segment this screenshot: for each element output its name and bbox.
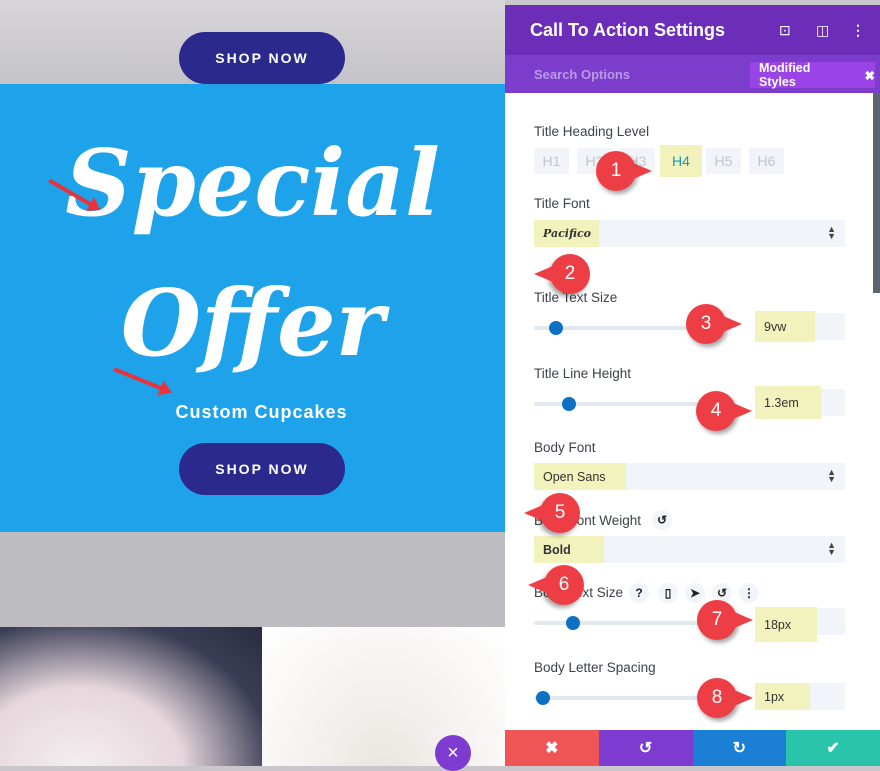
search-options[interactable]: Search Options	[534, 67, 630, 82]
callout-marker: 3	[686, 304, 744, 344]
select-caret-icon: ▲ ▼	[827, 467, 836, 484]
body-font-label: Body Font	[534, 440, 596, 455]
shop-now-button-top[interactable]: SHOP NOW	[179, 32, 345, 84]
scrollbar[interactable]	[873, 93, 880, 293]
cta-title-line1: Special	[65, 129, 440, 237]
body-font-weight-value: Bold	[534, 536, 604, 563]
title-font-select[interactable]: Pacifico ▲ ▼	[534, 220, 845, 247]
slider-handle[interactable]	[536, 691, 550, 705]
callout-marker: 4	[696, 391, 754, 431]
callout-marker: 5	[522, 493, 580, 533]
panel-footer: ✖ ↺ ↻ ✔	[505, 730, 880, 766]
title-text-size-slider[interactable]	[534, 321, 704, 335]
title-line-height-label: Title Line Height	[534, 366, 632, 381]
body-font-select[interactable]: Open Sans ▲ ▼	[534, 463, 845, 490]
title-heading-level-label: Title Heading Level	[534, 124, 650, 139]
slider-handle[interactable]	[562, 397, 576, 411]
body-letter-spacing-input[interactable]: 1px	[755, 683, 845, 710]
panel-body: Title Heading Level H1 H2 H3 H4 H5 H6 Ti…	[505, 93, 880, 730]
callout-marker: 8	[697, 678, 755, 718]
body-font-weight-select[interactable]: Bold ▲ ▼	[534, 536, 845, 563]
responsive-phone-icon[interactable]: ▯	[658, 583, 678, 603]
heading-h6[interactable]: H6	[749, 148, 784, 174]
title-line-height-slider[interactable]	[534, 397, 704, 411]
body-text-size-slider[interactable]	[534, 616, 704, 630]
redo-button[interactable]: ↻	[692, 730, 787, 766]
title-line-height-input[interactable]: 1.3em	[755, 386, 845, 419]
heading-h4[interactable]: H4	[660, 145, 702, 177]
title-font-label: Title Font	[534, 196, 590, 211]
heading-h1[interactable]: H1	[534, 148, 569, 174]
title-line-height-value: 1.3em	[755, 386, 821, 419]
cancel-button[interactable]: ✖	[505, 730, 599, 766]
modified-styles-filter[interactable]: Modified Styles ✖	[750, 61, 875, 89]
title-text-size-input[interactable]: 9vw	[755, 311, 845, 342]
body-font-value: Open Sans	[534, 463, 626, 490]
slider-handle[interactable]	[549, 321, 563, 335]
close-icon[interactable]: ✖	[865, 68, 875, 83]
title-font-value: Pacifico	[534, 220, 599, 247]
title-text-size-value: 9vw	[755, 311, 815, 342]
cta-title-line2: Offer	[120, 269, 385, 377]
cta-subtitle: Custom Cupcakes	[175, 402, 348, 422]
select-caret-icon: ▲ ▼	[827, 540, 836, 557]
cupcake-image	[0, 627, 262, 766]
body-text-size-input[interactable]: 18px	[755, 607, 845, 642]
save-button[interactable]: ✔	[786, 730, 880, 766]
select-caret-icon: ▲ ▼	[827, 224, 836, 241]
callout-marker: 2	[532, 254, 590, 294]
reset-icon[interactable]: ↺	[652, 510, 672, 530]
body-letter-spacing-label: Body Letter Spacing	[534, 660, 656, 675]
undo-button[interactable]: ↺	[598, 730, 693, 766]
callout-marker: 7	[697, 600, 755, 640]
callout-marker: 1	[596, 151, 654, 191]
more-icon[interactable]: ⋮	[851, 22, 865, 39]
callout-marker: 6	[526, 565, 584, 605]
body-letter-spacing-slider[interactable]	[534, 691, 704, 705]
cta-section: Special Offer Custom Cupcakes SHOP NOW	[0, 84, 505, 532]
panel-title: Call To Action Settings	[530, 19, 726, 40]
focus-icon[interactable]: ⊡	[779, 22, 791, 39]
layout-icon[interactable]: ◫	[816, 22, 829, 39]
help-icon[interactable]: ?	[629, 583, 649, 603]
shop-now-button[interactable]: SHOP NOW	[179, 443, 345, 495]
background-strip	[0, 532, 505, 627]
body-text-size-value: 18px	[755, 607, 817, 642]
panel-subheader: Search Options Modified Styles ✖	[505, 55, 880, 93]
settings-panel: Call To Action Settings ⊡ ◫ ⋮ Search Opt…	[505, 5, 880, 766]
body-letter-spacing-value: 1px	[755, 683, 810, 710]
slider-handle[interactable]	[566, 616, 580, 630]
modified-styles-label: Modified Styles	[759, 61, 811, 89]
heading-h5[interactable]: H5	[706, 148, 741, 174]
